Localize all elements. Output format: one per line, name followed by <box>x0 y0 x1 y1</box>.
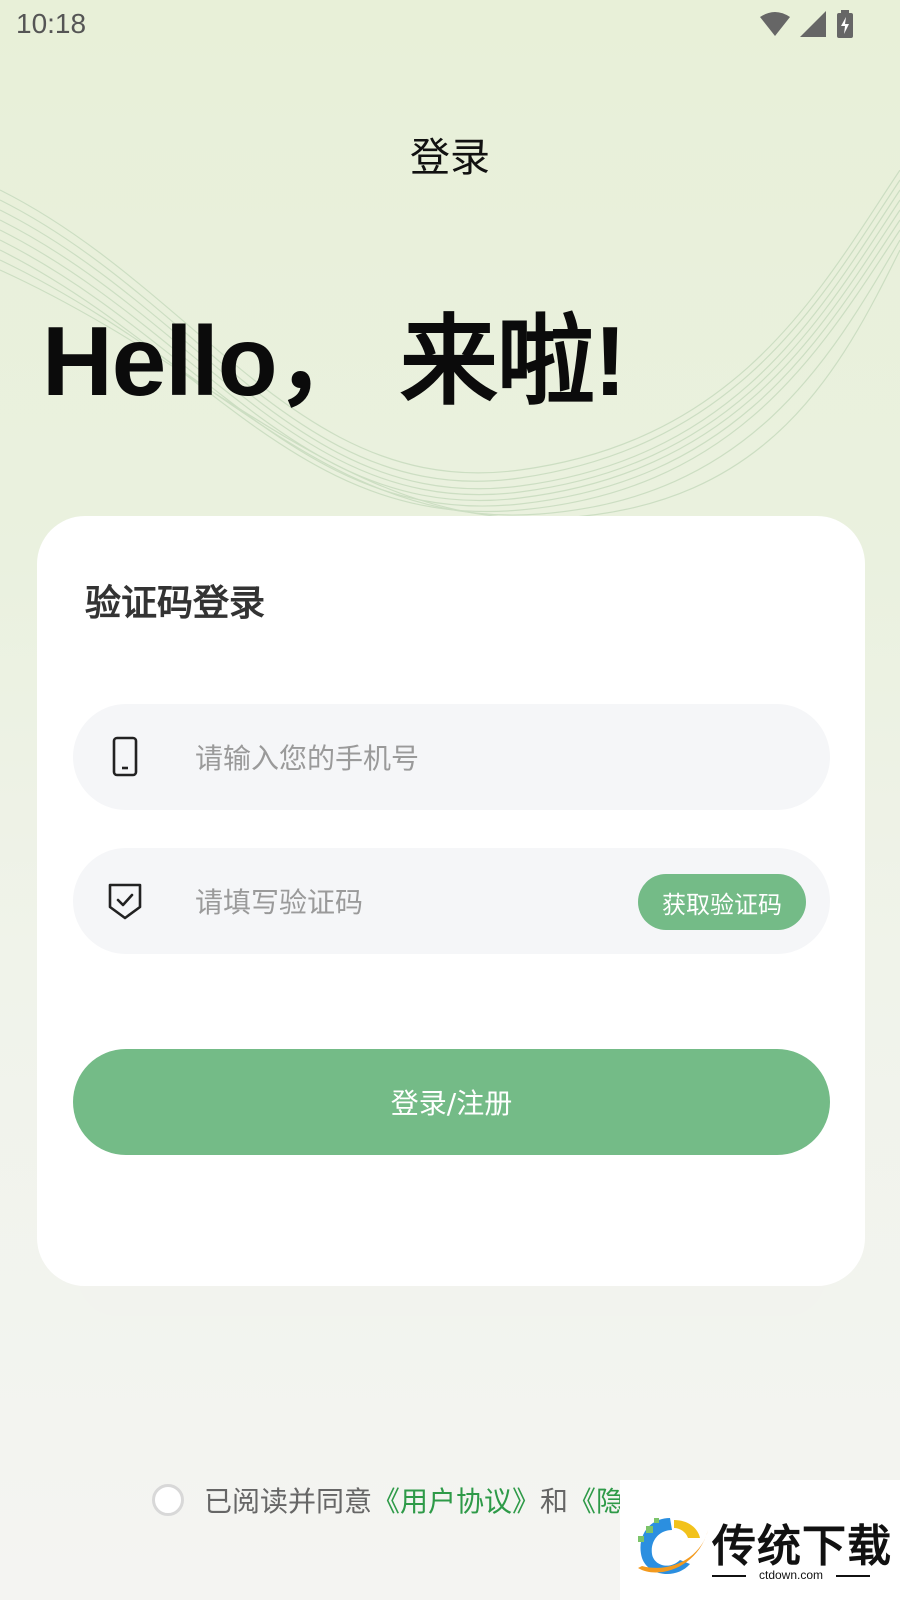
login-register-button[interactable]: 登录/注册 <box>73 1049 830 1155</box>
agreement-prefix: 已阅读并同意 <box>204 1485 373 1518</box>
signal-icon <box>800 11 826 37</box>
watermark: 传统下载 ctdown.com <box>620 1480 900 1600</box>
status-bar: 10:18 <box>0 0 900 50</box>
user-agreement-link[interactable]: 《用户协议》 <box>372 1480 540 1520</box>
shield-check-icon <box>108 883 142 920</box>
watermark-line-right <box>836 1575 870 1577</box>
watermark-brand: 传统下载 <box>712 1521 892 1572</box>
status-time: 10:18 <box>16 8 87 39</box>
privacy-policy-link[interactable]: 《隐 <box>568 1480 624 1520</box>
phone-field[interactable]: 请输入您的手机号 <box>73 704 830 810</box>
code-field[interactable]: 请填写验证码 获取验证码 <box>73 848 830 954</box>
phone-input-placeholder[interactable]: 请输入您的手机号 <box>195 737 419 777</box>
login-card-title: 验证码登录 <box>85 583 266 624</box>
hero-greeting: Hello， 来啦! <box>42 306 626 416</box>
agreement-row: 已阅读并同意 《用户协议》 和 《隐 <box>152 1478 624 1522</box>
agreement-and: 和 <box>540 1485 569 1518</box>
phone-icon <box>112 736 138 777</box>
login-card: 验证码登录 请输入您的手机号 请填写验证码 获取验证码 登录/注册 <box>37 516 865 1286</box>
code-input-placeholder[interactable]: 请填写验证码 <box>195 881 363 921</box>
agreement-radio[interactable] <box>152 1484 184 1516</box>
battery-icon <box>837 10 853 38</box>
get-code-button[interactable]: 获取验证码 <box>638 874 806 930</box>
status-icons <box>760 10 854 38</box>
watermark-logo-icon <box>638 1518 708 1575</box>
wifi-icon <box>760 12 790 36</box>
